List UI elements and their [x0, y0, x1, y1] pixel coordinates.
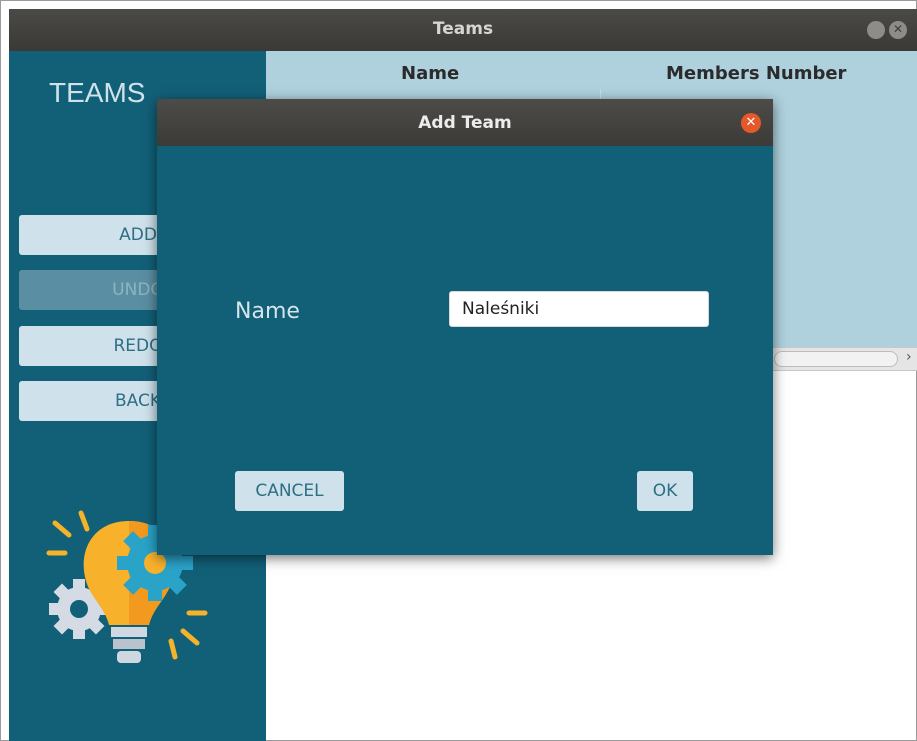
column-header-members-number[interactable]: Members Number	[666, 63, 846, 84]
scroll-right-icon[interactable]: ›	[906, 349, 912, 365]
name-field-label: Name	[235, 299, 300, 324]
column-header-name[interactable]: Name	[401, 63, 459, 84]
name-input[interactable]	[449, 291, 709, 327]
dialog-close-icon[interactable]: ✕	[741, 113, 761, 133]
sidebar-heading: TEAMS	[49, 77, 146, 108]
cancel-button[interactable]: CANCEL	[235, 471, 344, 511]
main-window-title: Teams	[432, 19, 494, 39]
ok-button[interactable]: OK	[637, 471, 693, 511]
dialog-titlebar[interactable]: Add Team ✕	[157, 99, 773, 146]
dialog-title: Add Team	[418, 113, 512, 133]
close-window-icon[interactable]: ✕	[889, 21, 907, 39]
scrollbar-thumb[interactable]	[774, 351, 898, 367]
minimize-icon[interactable]	[867, 21, 885, 39]
main-window-titlebar[interactable]: Teams ✕	[9, 9, 917, 51]
add-team-dialog: Add Team ✕ Name CANCEL OK	[157, 99, 773, 555]
